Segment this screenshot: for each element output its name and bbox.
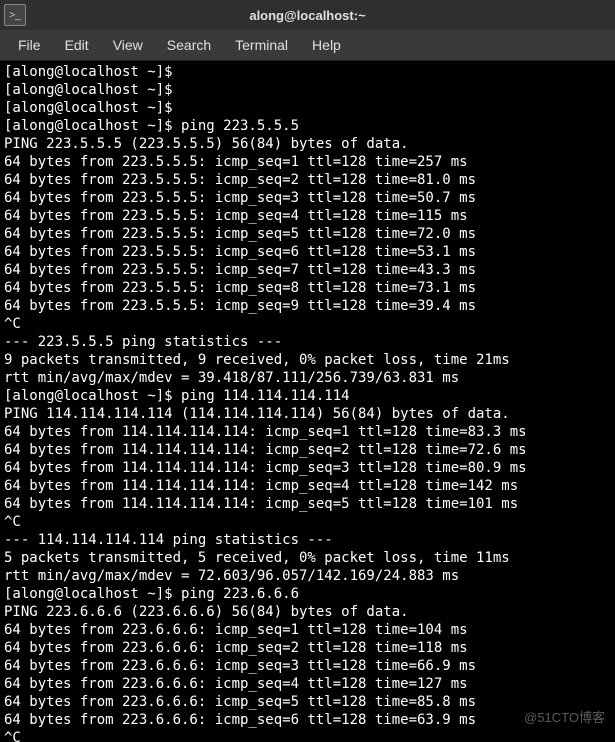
terminal-line: 64 bytes from 223.5.5.5: icmp_seq=4 ttl=… xyxy=(4,208,468,224)
terminal-line: 64 bytes from 223.6.6.6: icmp_seq=1 ttl=… xyxy=(4,622,468,638)
terminal-icon: >_ xyxy=(9,10,20,21)
terminal-line: 5 packets transmitted, 5 received, 0% pa… xyxy=(4,550,510,566)
terminal-line: --- 114.114.114.114 ping statistics --- xyxy=(4,532,333,548)
terminal-line: 64 bytes from 223.6.6.6: icmp_seq=6 ttl=… xyxy=(4,712,476,728)
menu-help[interactable]: Help xyxy=(300,33,353,57)
menubar: File Edit View Search Terminal Help xyxy=(0,30,615,61)
titlebar: >_ along@localhost:~ xyxy=(0,0,615,30)
terminal-line: 64 bytes from 114.114.114.114: icmp_seq=… xyxy=(4,442,527,458)
terminal-line: [along@localhost ~]$ xyxy=(4,100,181,116)
terminal-line: 64 bytes from 114.114.114.114: icmp_seq=… xyxy=(4,478,518,494)
terminal-line: 64 bytes from 223.6.6.6: icmp_seq=2 ttl=… xyxy=(4,640,468,656)
terminal-line: ^C xyxy=(4,316,21,332)
menu-edit[interactable]: Edit xyxy=(53,33,101,57)
terminal-line: 64 bytes from 223.5.5.5: icmp_seq=8 ttl=… xyxy=(4,280,476,296)
terminal-line: [along@localhost ~]$ xyxy=(4,64,181,80)
terminal-line: 9 packets transmitted, 9 received, 0% pa… xyxy=(4,352,510,368)
terminal-line: 64 bytes from 223.5.5.5: icmp_seq=6 ttl=… xyxy=(4,244,476,260)
terminal-line: [along@localhost ~]$ ping 114.114.114.11… xyxy=(4,388,350,404)
terminal-line: 64 bytes from 223.5.5.5: icmp_seq=2 ttl=… xyxy=(4,172,476,188)
terminal-line: [along@localhost ~]$ xyxy=(4,82,181,98)
terminal-line: 64 bytes from 223.5.5.5: icmp_seq=1 ttl=… xyxy=(4,154,468,170)
terminal-line: 64 bytes from 223.6.6.6: icmp_seq=4 ttl=… xyxy=(4,676,468,692)
terminal-line: 64 bytes from 223.5.5.5: icmp_seq=3 ttl=… xyxy=(4,190,476,206)
terminal-line: 64 bytes from 223.6.6.6: icmp_seq=5 ttl=… xyxy=(4,694,476,710)
menu-search[interactable]: Search xyxy=(155,33,223,57)
terminal-line: 64 bytes from 114.114.114.114: icmp_seq=… xyxy=(4,460,527,476)
app-icon[interactable]: >_ xyxy=(4,4,26,26)
terminal-line: --- 223.5.5.5 ping statistics --- xyxy=(4,334,282,350)
terminal-line: 64 bytes from 223.6.6.6: icmp_seq=3 ttl=… xyxy=(4,658,476,674)
menu-file[interactable]: File xyxy=(6,33,53,57)
terminal-line: 64 bytes from 223.5.5.5: icmp_seq=5 ttl=… xyxy=(4,226,476,242)
window-title: along@localhost:~ xyxy=(249,8,365,23)
terminal-line: 64 bytes from 223.5.5.5: icmp_seq=7 ttl=… xyxy=(4,262,476,278)
menu-view[interactable]: View xyxy=(101,33,155,57)
menu-terminal[interactable]: Terminal xyxy=(223,33,300,57)
terminal-line: ^C xyxy=(4,514,21,530)
terminal-line: 64 bytes from 223.5.5.5: icmp_seq=9 ttl=… xyxy=(4,298,476,314)
terminal-line: [along@localhost ~]$ ping 223.5.5.5 xyxy=(4,118,299,134)
terminal-line: rtt min/avg/max/mdev = 39.418/87.111/256… xyxy=(4,370,459,386)
terminal-line: ^C xyxy=(4,730,21,742)
terminal-line: rtt min/avg/max/mdev = 72.603/96.057/142… xyxy=(4,568,459,584)
terminal-line: 64 bytes from 114.114.114.114: icmp_seq=… xyxy=(4,424,527,440)
terminal-line: [along@localhost ~]$ ping 223.6.6.6 xyxy=(4,586,299,602)
terminal-area[interactable]: [along@localhost ~]$ [along@localhost ~]… xyxy=(0,61,615,742)
terminal-line: PING 223.5.5.5 (223.5.5.5) 56(84) bytes … xyxy=(4,136,409,152)
terminal-line: PING 223.6.6.6 (223.6.6.6) 56(84) bytes … xyxy=(4,604,409,620)
terminal-line: 64 bytes from 114.114.114.114: icmp_seq=… xyxy=(4,496,518,512)
terminal-line: PING 114.114.114.114 (114.114.114.114) 5… xyxy=(4,406,510,422)
